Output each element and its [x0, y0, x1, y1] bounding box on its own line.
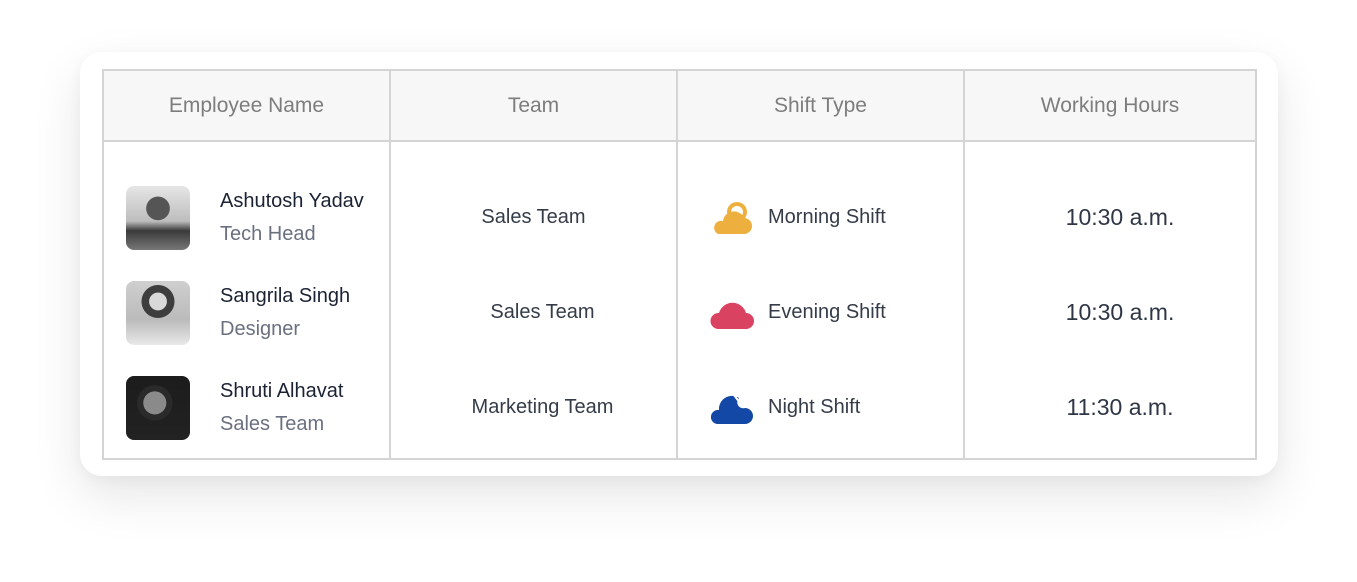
working-hours-cell: 11:30 a.m.	[1066, 394, 1174, 420]
employee-shift-table: Employee Name Team Shift Type Working Ho…	[102, 69, 1257, 460]
employee-role: Sales Team	[220, 412, 325, 435]
working-hours-cell: 10:30 a.m.	[1065, 204, 1175, 230]
shift-label: Morning Shift	[768, 206, 886, 228]
team-cell: Sales Team	[481, 206, 586, 228]
employee-shift-card: Employee Name Team Shift Type Working Ho…	[80, 52, 1278, 476]
column-header-shift-type[interactable]: Shift Type	[676, 69, 965, 142]
employee-row[interactable]: Sangrila Singh Designer	[104, 265, 389, 360]
avatar	[126, 185, 190, 250]
avatar	[126, 280, 190, 345]
shift-cell: Morning Shift	[678, 170, 963, 265]
team-cell: Marketing Team	[471, 396, 614, 418]
working-hours-column: 10:30 a.m. 10:30 a.m. 11:30 a.m.	[963, 140, 1257, 460]
employee-name: Sangrila Singh	[220, 284, 351, 307]
table-body: Ashutosh Yadav Tech Head Sangrila Singh …	[102, 140, 1257, 460]
column-header-team[interactable]: Team	[389, 69, 678, 142]
shift-cell: Evening Shift	[678, 265, 963, 360]
team-cell: Sales Team	[490, 301, 595, 323]
shift-label: Night Shift	[768, 396, 861, 418]
employee-role: Designer	[220, 317, 301, 340]
employee-column: Ashutosh Yadav Tech Head Sangrila Singh …	[102, 140, 391, 460]
team-column: Sales Team Sales Team Marketing Team	[389, 140, 678, 460]
shift-label: Evening Shift	[768, 301, 886, 323]
avatar	[126, 375, 190, 440]
working-hours-cell: 10:30 a.m.	[1065, 299, 1175, 325]
column-header-employee-name[interactable]: Employee Name	[102, 69, 391, 142]
shift-cell: Night Shift	[678, 360, 963, 455]
employee-role: Tech Head	[220, 222, 316, 245]
employee-row[interactable]: Shruti Alhavat Sales Team	[104, 360, 389, 455]
employee-row[interactable]: Ashutosh Yadav Tech Head	[104, 170, 389, 265]
cloud-icon	[710, 302, 754, 329]
table-header-row: Employee Name Team Shift Type Working Ho…	[102, 69, 1257, 142]
shift-column: Morning Shift Evening Shift Night Shift	[676, 140, 965, 460]
employee-name: Ashutosh Yadav	[220, 189, 364, 212]
employee-name: Shruti Alhavat	[220, 379, 344, 402]
sun-cloud-icon	[714, 201, 752, 234]
column-header-working-hours[interactable]: Working Hours	[963, 69, 1257, 142]
moon-cloud-icon	[710, 393, 753, 424]
